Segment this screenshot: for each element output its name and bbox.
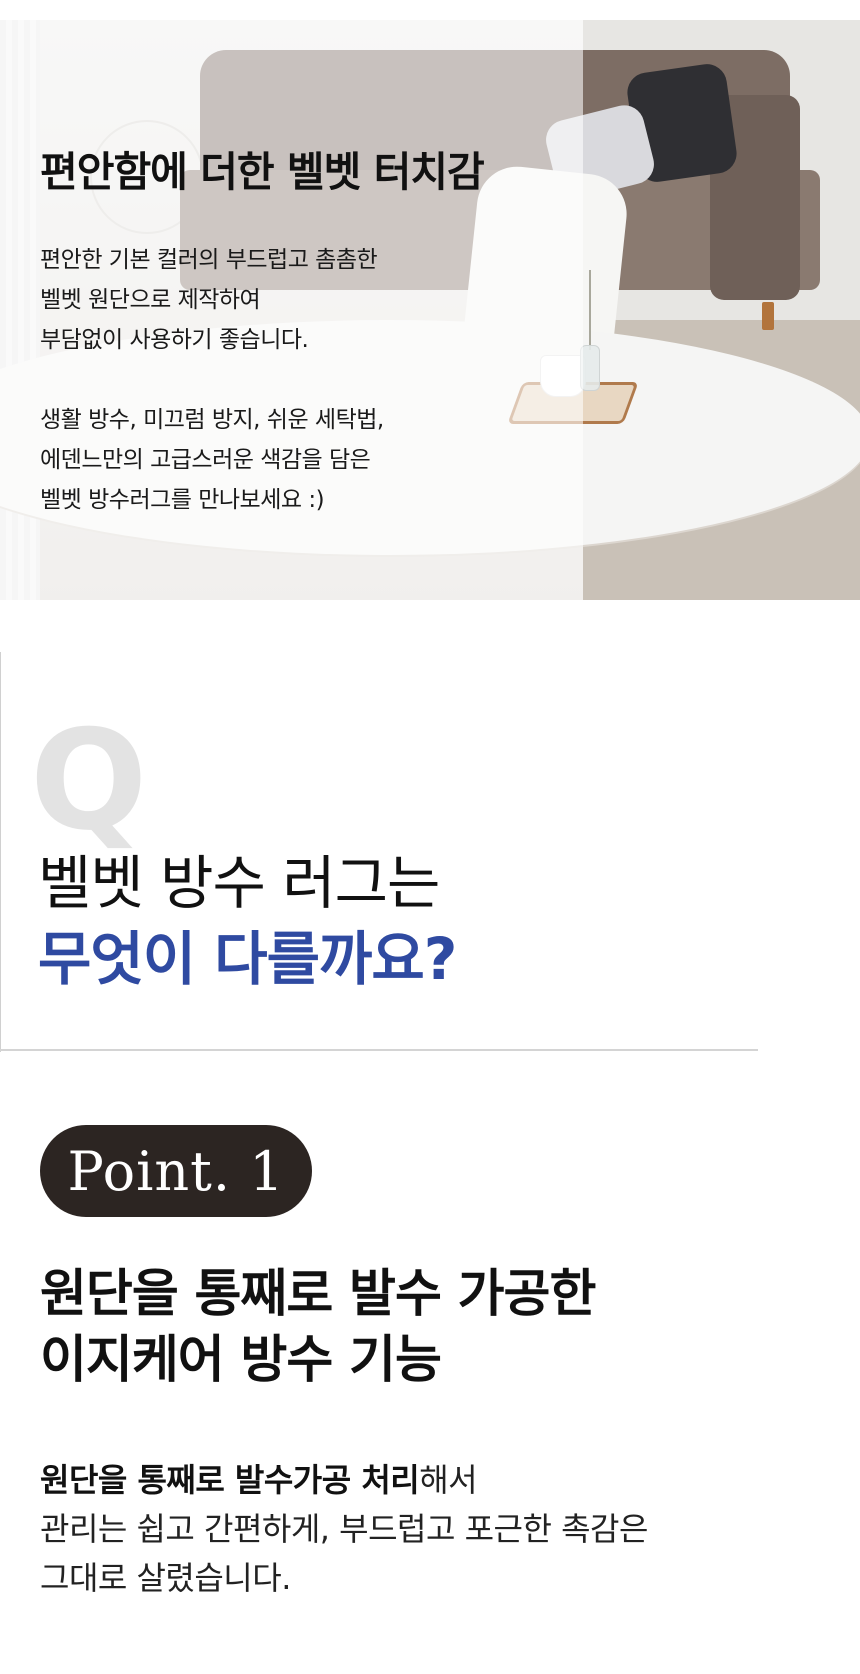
hero-paragraph-1: 편안한 기본 컬러의 부드럽고 촘촘한 벨벳 원단으로 제작하여 부담없이 사용… [40,240,378,360]
point-badge: Point. 1 [40,1125,312,1217]
point-title-line: 원단을 통째로 발수 가공한 [40,1265,596,1324]
point-description-line: 관리는 쉽고 간편하게, 부드럽고 포근한 촉감은 [40,1510,648,1548]
point-title: 원단을 통째로 발수 가공한 이지케어 방수 기능 [40,1262,596,1394]
question-heading-line-2: 무엇이 다를까요? [38,925,457,993]
point-description-suffix: 해서 [419,1461,478,1499]
hero-sofa-leg [762,302,774,330]
point-title-line: 이지케어 방수 기능 [40,1331,442,1390]
hero-paragraph-1-line: 벨벳 원단으로 제작하여 [40,287,261,313]
hero-paragraph-2: 생활 방수, 미끄럼 방지, 쉬운 세탁법, 에덴느만의 고급스러운 색감을 담… [40,400,384,520]
q-watermark-letter: Q [30,700,148,861]
section-divider [0,1049,758,1051]
hero-paragraph-2-line: 생활 방수, 미끄럼 방지, 쉬운 세탁법, [40,407,384,433]
point-description-line: 그대로 살렸습니다. [40,1559,291,1597]
point-description-line: 원단을 통째로 발수가공 처리해서 [40,1456,648,1505]
question-heading-line-1: 벨벳 방수 러그는 [38,849,440,917]
hero-paragraph-1-line: 부담없이 사용하기 좋습니다. [40,327,309,353]
hero-title: 편안함에 더한 벨벳 터치감 [40,148,485,196]
hero-paragraph-1-line: 편안한 기본 컬러의 부드럽고 촘촘한 [40,247,378,273]
hero-paragraph-2-line: 에덴느만의 고급스러운 색감을 담은 [40,447,371,473]
hero-section: 편안함에 더한 벨벳 터치감 편안한 기본 컬러의 부드럽고 촘촘한 벨벳 원단… [0,20,860,600]
point-description: 원단을 통째로 발수가공 처리해서 관리는 쉽고 간편하게, 부드럽고 포근한 … [40,1456,648,1603]
hero-vase-stem [589,270,591,350]
point-description-emphasis: 원단을 통째로 발수가공 처리 [40,1461,420,1499]
hero-paragraph-2-line: 벨벳 방수러그를 만나보세요 :) [40,487,325,513]
question-side-rule [0,652,1,1052]
hero-vase [580,345,600,391]
